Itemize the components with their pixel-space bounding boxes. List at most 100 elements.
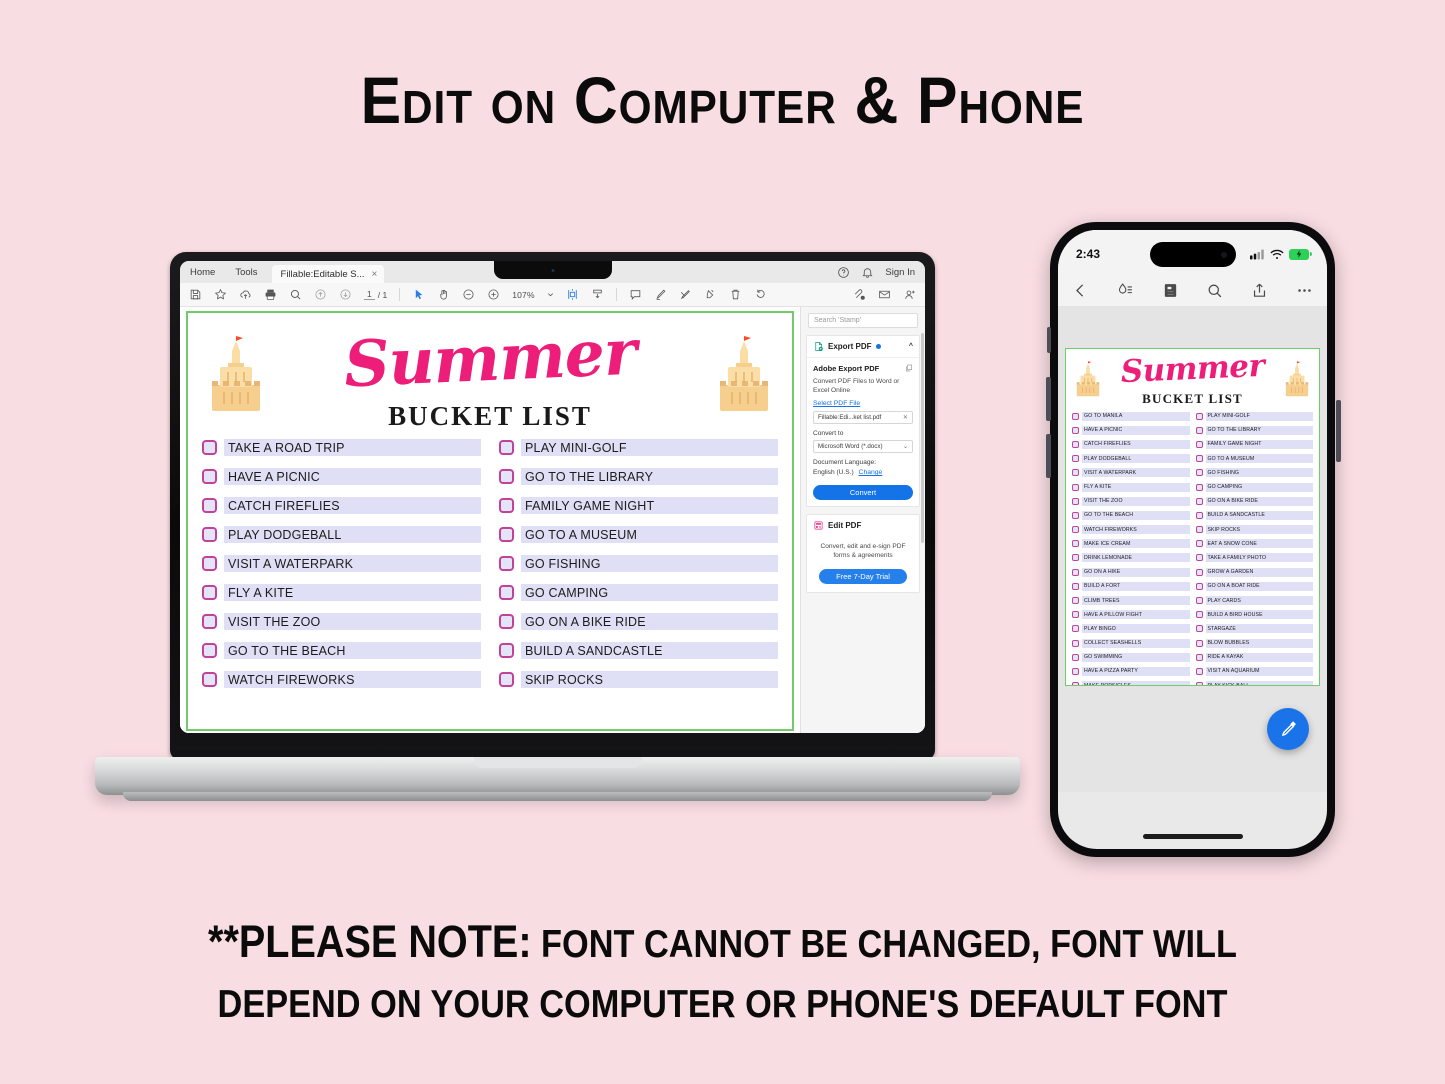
attach-icon[interactable] (853, 288, 866, 301)
text-field[interactable]: GO ON A BOAT RIDE (1205, 581, 1313, 591)
text-field[interactable]: VISIT A WATERPARK (224, 555, 481, 572)
checkbox-field[interactable] (1195, 667, 1203, 675)
checkbox-field[interactable] (1195, 682, 1203, 685)
edit-fab-button[interactable] (1267, 708, 1309, 750)
draw-icon[interactable] (679, 288, 692, 301)
checkbox-field[interactable] (1072, 568, 1079, 576)
text-field[interactable]: PLAY DODGEBALL (224, 526, 481, 543)
text-field[interactable]: BUILD A SANDCASTLE (521, 642, 778, 659)
select-pdf-file-link[interactable]: Select PDF File (813, 400, 913, 407)
checkbox-field[interactable] (1195, 440, 1203, 448)
search-icon[interactable] (1206, 282, 1223, 299)
text-field[interactable]: GO FISHING (1205, 468, 1313, 478)
text-field[interactable]: GO TO A MUSEUM (1205, 454, 1313, 464)
text-field[interactable]: GO TO THE LIBRARY (1205, 425, 1313, 435)
checkbox-field[interactable] (1195, 554, 1203, 562)
volume-up-button[interactable] (1046, 377, 1051, 421)
checkbox-field[interactable] (1195, 582, 1203, 590)
checkbox-field[interactable] (1195, 625, 1203, 633)
text-field[interactable]: BUILD A FORT (1082, 581, 1190, 591)
text-field[interactable]: PLAY BINGO (1082, 624, 1190, 634)
text-field[interactable]: HAVE A PICNIC (1082, 425, 1190, 435)
text-field[interactable]: FLY A KITE (224, 584, 481, 601)
chevron-down-icon[interactable] (547, 291, 554, 298)
text-field[interactable]: GO CAMPING (521, 584, 778, 601)
checkbox-field[interactable] (1072, 483, 1079, 491)
text-field[interactable]: PLAY DODGEBALL (1082, 454, 1190, 464)
fit-page-icon[interactable] (566, 288, 579, 301)
checkbox-field[interactable] (202, 672, 217, 687)
search-tools-input[interactable]: Search 'Stamp' (808, 313, 918, 328)
text-field[interactable]: HAVE A PIZZA PARTY (1082, 666, 1190, 676)
text-field[interactable]: GO TO THE BEACH (1082, 510, 1190, 520)
text-field[interactable]: GO SWIMMING (1082, 652, 1190, 662)
text-field[interactable]: GO FISHING (521, 555, 778, 572)
checkbox-field[interactable] (1072, 440, 1079, 448)
more-horizontal-icon[interactable] (1296, 282, 1313, 299)
checkbox-field[interactable] (1195, 412, 1203, 420)
text-field[interactable]: GO TO THE BEACH (224, 642, 481, 659)
text-field[interactable]: FAMILY GAME NIGHT (521, 497, 778, 514)
comment-icon[interactable] (629, 288, 642, 301)
text-field[interactable]: VISIT THE ZOO (224, 613, 481, 630)
checkbox-field[interactable] (1195, 497, 1203, 505)
cloud-upload-icon[interactable] (239, 288, 252, 301)
checkbox-field[interactable] (1072, 639, 1079, 647)
checkbox-field[interactable] (1195, 469, 1203, 477)
text-field[interactable]: GROW A GARDEN (1205, 567, 1313, 577)
checkbox-field[interactable] (1195, 540, 1203, 548)
search-icon[interactable] (289, 288, 302, 301)
rail-scrollbar[interactable] (921, 333, 924, 543)
convert-to-select[interactable]: Microsoft Word (*.docx) ⌄ (813, 440, 913, 453)
text-field[interactable]: HAVE A PICNIC (224, 468, 481, 485)
text-field[interactable]: HAVE A PILLOW FIGHT (1082, 610, 1190, 620)
document-tab[interactable]: Fillable:Editable S... × (271, 265, 385, 283)
checkbox-field[interactable] (499, 527, 514, 542)
checkbox-field[interactable] (1072, 412, 1079, 420)
checkbox-field[interactable] (202, 527, 217, 542)
checkbox-field[interactable] (202, 614, 217, 629)
text-field[interactable]: PLAY CARDS (1205, 596, 1313, 606)
text-field[interactable]: PLAY MINI-GOLF (1205, 411, 1313, 421)
sign-in-button[interactable]: Sign In (885, 267, 915, 278)
trash-icon[interactable] (729, 288, 742, 301)
star-icon[interactable] (214, 288, 227, 301)
text-field[interactable]: GO TO MANILA (1082, 411, 1190, 421)
checkbox-field[interactable] (1072, 540, 1079, 548)
menu-home[interactable]: Home (180, 267, 225, 283)
reading-mode-icon[interactable] (1117, 282, 1134, 299)
text-field[interactable]: GO ON A BIKE RIDE (521, 613, 778, 630)
checkbox-field[interactable] (499, 498, 514, 513)
text-field[interactable]: GO ON A BIKE RIDE (1205, 496, 1313, 506)
highlight-pen-icon[interactable] (654, 288, 667, 301)
mute-switch[interactable] (1047, 327, 1051, 353)
page-indicator[interactable]: 1 / 1 (364, 289, 387, 300)
rotate-icon[interactable] (754, 288, 767, 301)
cursor-select-icon[interactable] (412, 288, 425, 301)
zoom-out-icon[interactable] (462, 288, 475, 301)
text-field[interactable]: STARGAZE (1205, 624, 1313, 634)
text-field[interactable]: VISIT AN AQUARIUM (1205, 666, 1313, 676)
checkbox-field[interactable] (499, 585, 514, 600)
checkbox-field[interactable] (1195, 511, 1203, 519)
checkbox-field[interactable] (1195, 639, 1203, 647)
checkbox-field[interactable] (202, 440, 217, 455)
checkbox-field[interactable] (1195, 597, 1203, 605)
text-field[interactable]: FAMILY GAME NIGHT (1205, 439, 1313, 449)
close-icon[interactable]: ✕ (903, 414, 908, 421)
checkbox-field[interactable] (1072, 682, 1079, 685)
checkbox-field[interactable] (499, 556, 514, 571)
text-field[interactable]: GO TO A MUSEUM (521, 526, 778, 543)
page-thumbnails-icon[interactable] (1162, 282, 1179, 299)
text-field[interactable]: SKIP ROCKS (521, 671, 778, 688)
chevron-up-icon[interactable]: ^ (909, 343, 913, 350)
zoom-in-icon[interactable] (487, 288, 500, 301)
checkbox-field[interactable] (1072, 625, 1079, 633)
bell-icon[interactable] (861, 266, 874, 279)
checkbox-field[interactable] (202, 585, 217, 600)
checkbox-field[interactable] (1072, 526, 1079, 534)
text-field[interactable]: VISIT THE ZOO (1082, 496, 1190, 506)
text-field[interactable]: PLAY KICK BALL (1205, 681, 1313, 685)
checkbox-field[interactable] (1072, 653, 1079, 661)
text-field[interactable]: GO ON A HIKE (1082, 567, 1190, 577)
